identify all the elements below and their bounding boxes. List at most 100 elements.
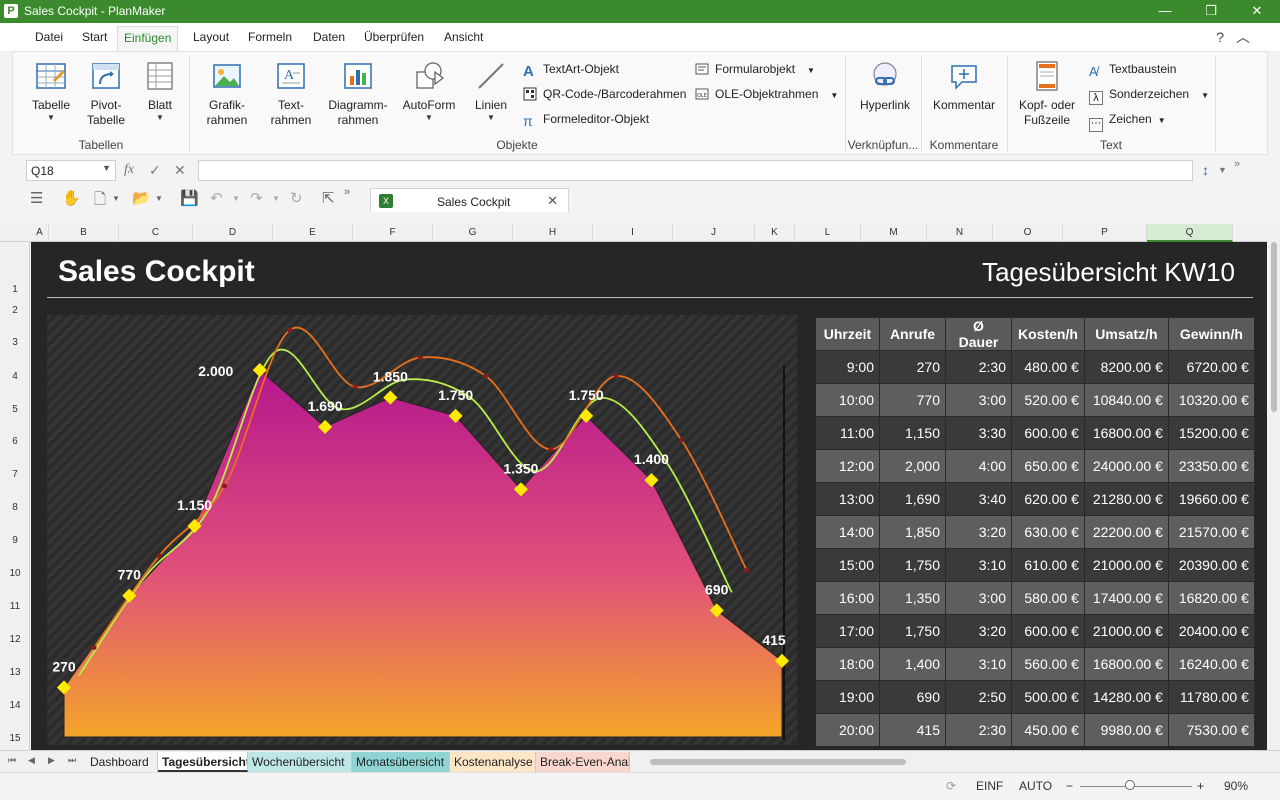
table-cell[interactable]: 14:00 — [815, 515, 880, 549]
table-cell[interactable]: 1,750 — [879, 548, 946, 582]
row-header-7[interactable]: 7 — [0, 469, 30, 480]
sheet-tab[interactable]: Wochenübersicht — [248, 752, 352, 772]
row-header-3[interactable]: 3 — [0, 337, 30, 348]
table-cell[interactable]: 560.00 € — [1011, 647, 1085, 681]
ole-objektrahmen-button[interactable]: OLE OLE-Objektrahmen ▼ — [695, 85, 838, 105]
sonderzeichen-button[interactable]: λ Sonderzeichen ▼ — [1089, 85, 1209, 105]
worksheet[interactable]: Sales Cockpit Tagesübersicht KW10 270 770… — [31, 242, 1267, 750]
textart-objekt-button[interactable]: A TextArt-Objekt — [523, 60, 619, 80]
table-cell[interactable]: 600.00 € — [1011, 614, 1085, 648]
repeat-icon[interactable]: ↻ — [290, 189, 303, 207]
table-cell[interactable]: 23350.00 € — [1167, 449, 1255, 483]
checkmark-icon[interactable]: ✓ — [149, 162, 161, 179]
table-cell[interactable]: 580.00 € — [1011, 581, 1085, 615]
table-cell[interactable]: 17400.00 € — [1083, 581, 1169, 615]
column-header-m[interactable]: M — [861, 224, 927, 242]
menu-datei[interactable]: Datei — [35, 30, 63, 44]
row-header-5[interactable]: 5 — [0, 404, 30, 415]
table-cell[interactable]: 3:40 — [945, 482, 1012, 516]
grafikrahmen-button[interactable]: Grafik- rahmen — [201, 60, 253, 128]
column-header-n[interactable]: N — [927, 224, 993, 242]
chevron-down-icon[interactable]: ▼ — [1218, 165, 1227, 175]
table-cell[interactable]: 650.00 € — [1011, 449, 1085, 483]
menu-ansicht[interactable]: Ansicht — [444, 30, 483, 44]
table-cell[interactable]: 16800.00 € — [1083, 647, 1169, 681]
tabelle-button[interactable]: Tabelle ▼ — [25, 60, 77, 123]
maximize-button[interactable]: ❐ — [1188, 0, 1234, 23]
table-cell[interactable]: 7530.00 € — [1167, 713, 1255, 747]
sheet-tab[interactable]: Kostenanalyse — [450, 752, 536, 772]
cell-reference-box[interactable]: Q18 ▼ — [26, 160, 116, 181]
table-cell[interactable]: 1,150 — [879, 416, 946, 450]
table-cell[interactable]: 3:20 — [945, 614, 1012, 648]
table-cell[interactable]: 3:10 — [945, 647, 1012, 681]
horizontal-scroll-thumb[interactable] — [650, 759, 906, 765]
diagrammrahmen-button[interactable]: Diagramm- rahmen — [325, 60, 391, 128]
table-cell[interactable]: 10:00 — [815, 383, 880, 417]
zoom-out-button[interactable]: − — [1066, 779, 1073, 793]
chevron-down-icon[interactable]: ▼ — [272, 194, 280, 203]
table-cell[interactable]: 21570.00 € — [1167, 515, 1255, 549]
table-cell[interactable]: 415 — [879, 713, 946, 747]
table-cell[interactable]: 11:00 — [815, 416, 880, 450]
table-cell[interactable]: 13:00 — [815, 482, 880, 516]
cancel-icon[interactable]: ✕ — [174, 162, 186, 179]
table-cell[interactable]: 480.00 € — [1011, 350, 1085, 384]
sheet-tab[interactable]: Monatsübersicht — [352, 752, 450, 772]
sheet-tab[interactable]: Dashboard — [86, 752, 158, 772]
row-header-14[interactable]: 14 — [0, 700, 30, 711]
table-cell[interactable]: 3:30 — [945, 416, 1012, 450]
collapse-ribbon-icon[interactable]: ︿ — [1236, 27, 1250, 47]
help-icon[interactable]: ? — [1216, 29, 1224, 45]
table-cell[interactable]: 3:20 — [945, 515, 1012, 549]
table-cell[interactable]: 1,750 — [879, 614, 946, 648]
hand-tool-icon[interactable]: ✋ — [62, 189, 81, 207]
column-header-l[interactable]: L — [795, 224, 861, 242]
hyperlink-button[interactable]: Hyperlink — [855, 60, 915, 113]
table-cell[interactable]: 17:00 — [815, 614, 880, 648]
formeleditor-button[interactable]: π Formeleditor-Objekt — [523, 110, 649, 129]
column-header-k[interactable]: K — [755, 224, 795, 242]
table-cell[interactable]: 16240.00 € — [1167, 647, 1255, 681]
table-cell[interactable]: 770 — [879, 383, 946, 417]
close-window-button[interactable]: ✕ — [1234, 0, 1280, 23]
table-cell[interactable]: 15200.00 € — [1167, 416, 1255, 450]
table-cell[interactable]: 18:00 — [815, 647, 880, 681]
zoom-level[interactable]: 90% — [1224, 779, 1248, 793]
column-header-b[interactable]: B — [49, 224, 119, 242]
last-sheet-icon[interactable]: ⏭ — [68, 755, 76, 766]
document-tab[interactable]: X Sales Cockpit ✕ — [370, 188, 569, 212]
table-cell[interactable]: 3:00 — [945, 383, 1012, 417]
sync-icon[interactable]: ⟳ — [946, 779, 956, 793]
column-header-f[interactable]: F — [353, 224, 433, 242]
function-icon[interactable]: fx — [124, 162, 134, 178]
menu-layout[interactable]: Layout — [193, 30, 229, 44]
table-cell[interactable]: 500.00 € — [1011, 680, 1085, 714]
table-cell[interactable]: 520.00 € — [1011, 383, 1085, 417]
row-header-8[interactable]: 8 — [0, 502, 30, 513]
column-header-o[interactable]: O — [993, 224, 1063, 242]
table-cell[interactable]: 2:50 — [945, 680, 1012, 714]
table-cell[interactable]: 610.00 € — [1011, 548, 1085, 582]
table-cell[interactable]: 20390.00 € — [1167, 548, 1255, 582]
table-cell[interactable]: 10320.00 € — [1167, 383, 1255, 417]
row-header-9[interactable]: 9 — [0, 535, 30, 546]
table-cell[interactable]: 8200.00 € — [1083, 350, 1169, 384]
close-tab-icon[interactable]: ✕ — [547, 193, 558, 209]
table-cell[interactable]: 4:00 — [945, 449, 1012, 483]
autoform-button[interactable]: AutoForm ▼ — [399, 60, 459, 123]
row-header-15[interactable]: 15 — [0, 733, 30, 744]
menu-ueberpruefen[interactable]: Überprüfen — [364, 30, 424, 44]
overflow-icon[interactable]: » — [1234, 158, 1240, 170]
menu-einfuegen[interactable]: Einfügen — [117, 26, 179, 51]
horizontal-scrollbar[interactable] — [640, 757, 1260, 767]
menu-start[interactable]: Start — [82, 30, 107, 44]
qrcode-button[interactable]: QR-Code-/Barcoderahmen — [523, 85, 686, 103]
calls-area-chart[interactable]: 270 770 1.150 2.000 1.690 1.850 1.750 1.350 1.75… — [47, 315, 797, 745]
table-cell[interactable]: 16820.00 € — [1167, 581, 1255, 615]
zoom-in-button[interactable]: + — [1197, 779, 1204, 793]
table-cell[interactable]: 14280.00 € — [1083, 680, 1169, 714]
row-header-4[interactable]: 4 — [0, 371, 30, 382]
chevron-down-icon[interactable]: ▼ — [112, 194, 120, 203]
table-cell[interactable]: 3:00 — [945, 581, 1012, 615]
